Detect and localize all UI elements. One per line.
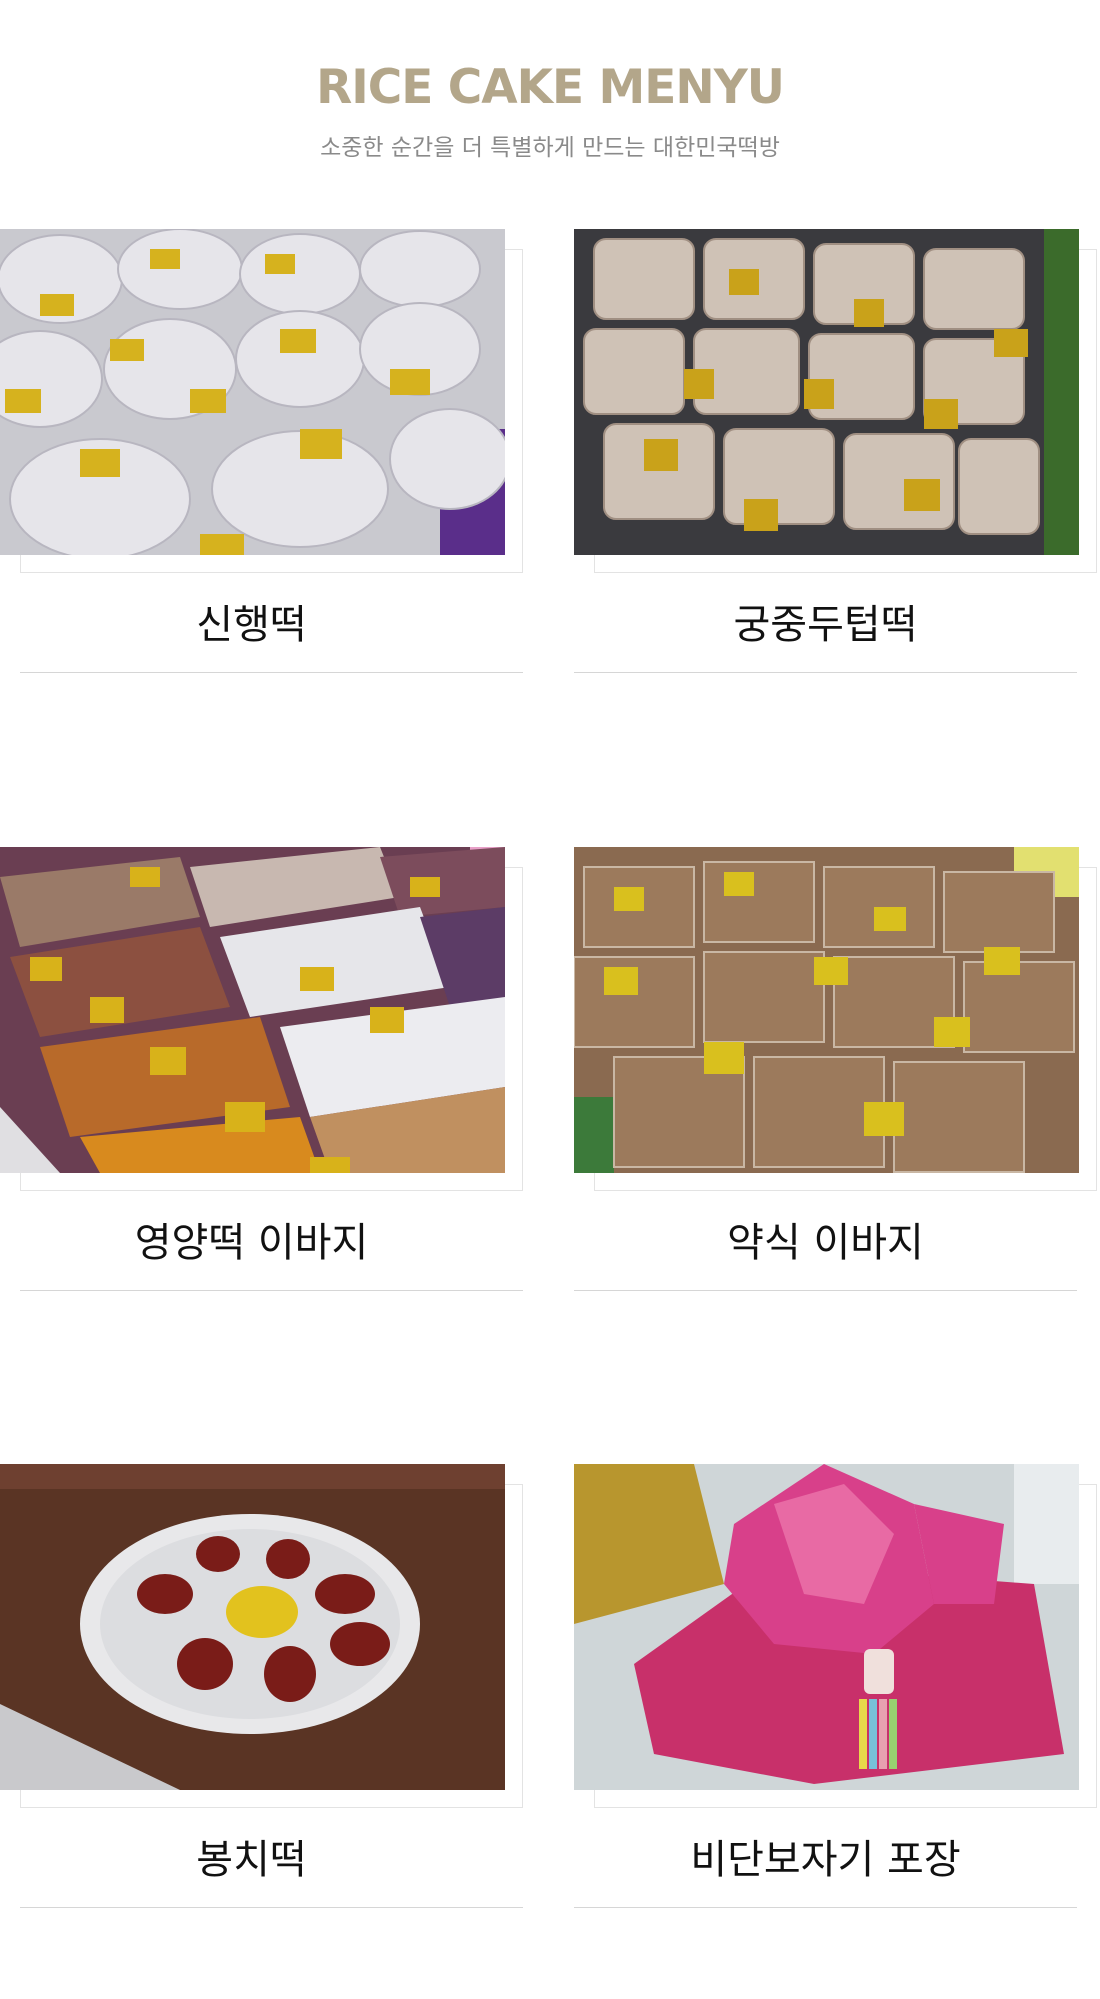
menu-card-sinhaeng[interactable]: 신행떡 — [0, 229, 523, 674]
palace-dutup-rice-cakes-photo — [574, 229, 1079, 555]
divider — [574, 1290, 1077, 1291]
menu-item-label: 비단보자기 포장 — [690, 1837, 961, 1883]
menu-item-label: 봉치떡 — [196, 1837, 307, 1883]
menu-card-bongchi[interactable]: 봉치떡 — [0, 1464, 523, 1909]
page-title: RICE CAKE MENYU — [316, 60, 785, 115]
nutritious-rice-cakes-photo — [0, 847, 505, 1173]
divider — [20, 672, 523, 673]
divider — [20, 1907, 523, 1908]
menu-card-gungjung-dutup[interactable]: 궁중두텁떡 — [574, 229, 1097, 674]
divider — [574, 1907, 1077, 1908]
menu-item-label: 약식 이바지 — [727, 1220, 924, 1266]
menu-item-label: 궁중두텁떡 — [733, 602, 918, 648]
silk-wrapping-photo — [574, 1464, 1079, 1790]
page-subtitle: 소중한 순간을 더 특별하게 만드는 대한민국떡방 — [320, 135, 780, 161]
bongchi-rice-cake-photo — [0, 1464, 505, 1790]
menu-card-bidan-bojagi[interactable]: 비단보자기 포장 — [574, 1464, 1097, 1909]
divider — [20, 1290, 523, 1291]
menu-item-label: 영양떡 이바지 — [134, 1220, 369, 1266]
white-rice-cakes-photo — [0, 229, 505, 555]
menu-card-yaksik[interactable]: 약식 이바지 — [574, 847, 1097, 1292]
menu-item-label: 신행떡 — [196, 602, 307, 648]
yaksik-photo — [574, 847, 1079, 1173]
menu-card-yeongyang[interactable]: 영양떡 이바지 — [0, 847, 523, 1292]
divider — [574, 672, 1077, 673]
